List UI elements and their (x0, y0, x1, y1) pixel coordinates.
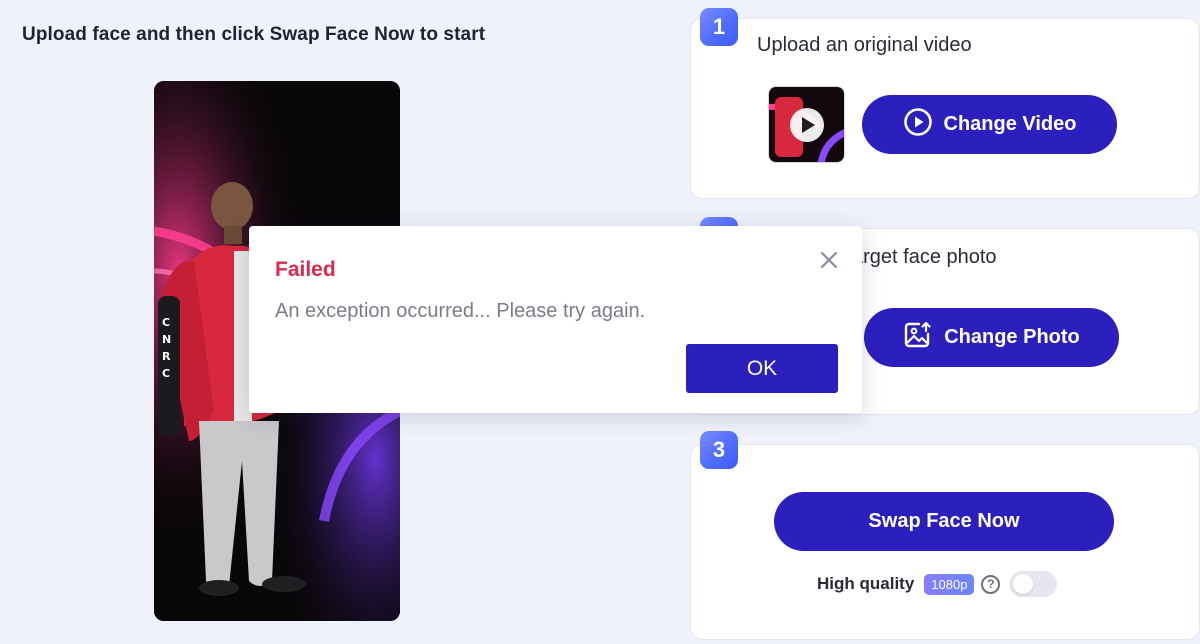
svg-text:C: C (162, 367, 170, 380)
dialog-title: Failed (275, 258, 336, 281)
step-1-title: Upload an original video (757, 34, 972, 56)
step-3-badge: 3 (700, 431, 738, 469)
step-2-title: arget face photo (852, 246, 997, 268)
image-upload-icon (903, 320, 933, 356)
change-photo-button[interactable]: Change Photo (864, 308, 1119, 367)
video-thumbnail-image (769, 87, 844, 162)
svg-text:N: N (162, 333, 171, 346)
change-photo-label: Change Photo (944, 326, 1080, 348)
play-circle-icon (903, 107, 933, 143)
swap-face-now-button[interactable]: Swap Face Now (774, 492, 1114, 551)
svg-text:R: R (162, 350, 171, 363)
ok-button[interactable]: OK (686, 344, 838, 393)
error-dialog: Failed An exception occurred... Please t… (249, 226, 862, 413)
help-icon[interactable]: ? (981, 574, 1001, 594)
close-icon[interactable] (815, 246, 843, 274)
video-thumbnail[interactable] (768, 86, 845, 163)
step-1-badge: 1 (700, 8, 738, 46)
change-video-button[interactable]: Change Video (862, 95, 1117, 154)
high-quality-label: High quality (817, 574, 915, 593)
dialog-message: An exception occurred... Please try agai… (275, 300, 646, 322)
swap-face-now-label: Swap Face Now (868, 510, 1020, 532)
quality-row: High quality 1080p ? (817, 571, 1058, 597)
high-quality-toggle[interactable] (1009, 571, 1058, 597)
toggle-knob (1013, 574, 1034, 594)
resolution-tag: 1080p (924, 573, 975, 595)
change-video-label: Change Video (943, 113, 1077, 135)
page-heading: Upload face and then click Swap Face Now… (22, 24, 486, 45)
svg-text:C: C (162, 316, 170, 329)
